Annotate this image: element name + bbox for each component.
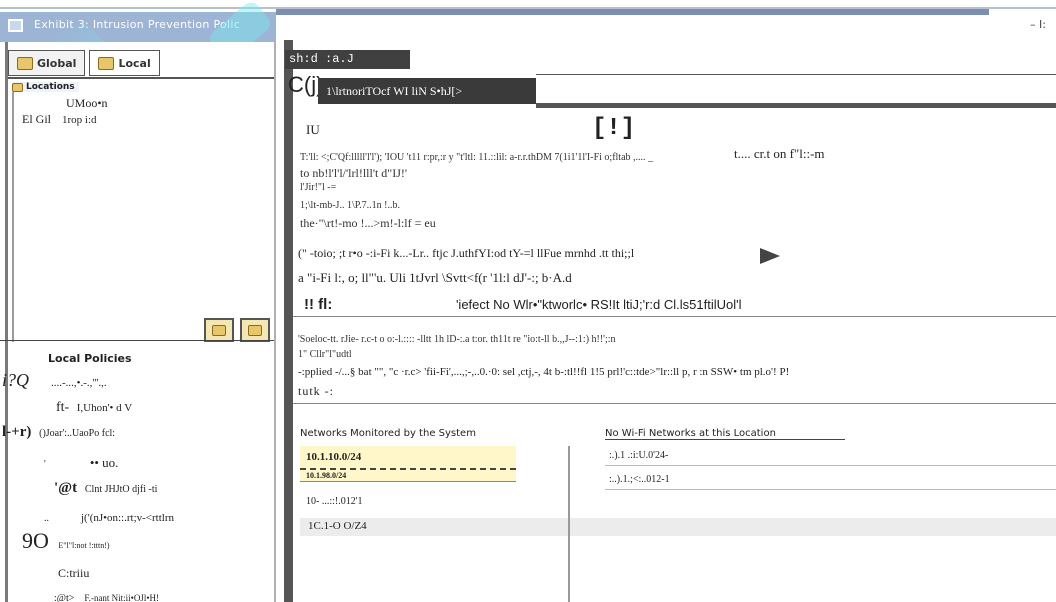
description-line: to nb!l'l'l/'lrl!lll't d"IJ!'	[300, 166, 408, 180]
detect-option-row[interactable]: !! fl: 'iefect No Wlr•"ktworlc• RS!It lt…	[304, 296, 742, 313]
locations-header-label: Locations	[26, 82, 75, 92]
policy-label: C:triiu	[58, 566, 90, 580]
description-label: IU	[306, 122, 320, 137]
no-wifi-networks-list: :.).1 .:i:U.0'24- :..).1.;<:..012-1	[605, 446, 1056, 490]
folder-icon	[248, 324, 262, 336]
policy-label: I,Uhon'• d V	[76, 402, 133, 414]
detect-option-label: !! fl:	[304, 296, 333, 313]
tree-item-expanded[interactable]: El Gil 1rop i:d	[22, 112, 97, 127]
list-item: 1C.1-O O/Z4	[308, 520, 367, 532]
folder-icon	[12, 82, 23, 92]
description-line: 1;\lt-mb-J.. 1\P.7..1n !..b.	[300, 200, 401, 211]
wifi-setting-text: a "i-Fi l:, o; ll"'u. Uli 1tJvrl \Svtt<f…	[298, 270, 572, 285]
copy-policy-button[interactable]	[240, 318, 270, 342]
arrow-right-icon	[760, 248, 780, 264]
folder-icon	[212, 324, 226, 336]
policy-icon: ft-	[56, 400, 70, 415]
list-item[interactable]: C:triiu	[58, 564, 89, 582]
list-item[interactable]: 9O E"l"l:not !:tttn!)	[22, 528, 110, 554]
panel-splitter[interactable]	[284, 40, 293, 602]
tree-border	[12, 92, 14, 342]
panel-splitter-edge	[274, 40, 276, 602]
list-item[interactable]: 10- ...::!.012'1	[306, 496, 363, 507]
policy-name-field[interactable]: 1\lrtnoriTOcf WI liN S•hJ[>	[318, 78, 536, 104]
policy-icon: ..	[44, 513, 49, 524]
scope-tabs: Global Local	[8, 50, 160, 77]
policy-icon: '	[44, 459, 46, 470]
policy-label: ....-...,•.-.,'''.,.	[51, 377, 107, 389]
description-line: T:'ll: <;C'Qf:lllll'l'l'); 'IOU 't11 r:p…	[300, 152, 654, 163]
folder-icon	[98, 56, 115, 70]
locations-header: Locations	[12, 82, 79, 92]
list-item[interactable]: ' •• uo.	[44, 454, 118, 472]
list-item[interactable]: :@t> F.-nant Nit:ii•OJl•H!	[54, 588, 159, 602]
policy-icon: 9O	[22, 528, 49, 553]
section-divider	[293, 403, 1056, 404]
policy-icon: i?Q	[2, 370, 29, 390]
list-item[interactable]: l-+r) ()Joar':..UaoPo fcl:	[2, 424, 115, 441]
description-line: l'Jir!"l -=	[300, 182, 337, 193]
name-underline	[536, 74, 1056, 75]
add-policy-button[interactable]	[204, 318, 234, 342]
policy-label: j('(nJ•on::.rt;v-<rttlrn	[81, 512, 174, 524]
tab-global-label: Global	[37, 56, 77, 70]
local-policies-title: Local Policies	[48, 352, 132, 365]
tree-item[interactable]: UMoo•n	[66, 96, 108, 111]
policy-label: E"l"l:not !:tttn!)	[58, 541, 110, 550]
networks-monitored-title: Networks Monitored by the System	[300, 428, 476, 439]
description-edit-button[interactable]: [!]	[592, 115, 635, 142]
section-divider	[293, 316, 1056, 317]
list-item[interactable]: .. j('(nJ•on::.rt;v-<rttlrn	[44, 508, 174, 526]
top-stripe	[276, 9, 989, 15]
policy-toolbar	[204, 318, 270, 342]
list-item[interactable]: :..).1.;<:..012-1	[605, 470, 1056, 490]
shortcut-label: sh:d :a.J	[285, 50, 410, 69]
window-icon	[8, 19, 23, 32]
notes-line: -:pplied -/...§ bat "", "c ·r.c> 'fii-Fi…	[298, 366, 790, 378]
tab-local[interactable]: Local	[89, 50, 160, 76]
window-controls[interactable]: – I:	[1030, 18, 1046, 31]
policy-icon: :@t>	[54, 593, 75, 602]
name-rule	[536, 103, 1056, 108]
list-item[interactable]: :.).1 .:i:U.0'24-	[605, 446, 1056, 466]
folder-icon	[17, 56, 33, 70]
list-item[interactable]: 10.1.10.0/24	[300, 446, 516, 468]
tab-divider	[8, 77, 274, 79]
policy-icon: l-+r)	[2, 424, 32, 440]
list-item[interactable]: '@t Clnt JHJtO djfi -ti	[54, 480, 157, 497]
description-line: the·"\rt!-mo !...>m!-l:lf = eu	[300, 216, 436, 230]
policy-icon: '@t	[54, 480, 78, 496]
list-item[interactable]: 10.1.98.0/24	[300, 468, 516, 482]
tree-expand-toggle[interactable]: El Gil	[22, 112, 51, 126]
list-item[interactable]: i?Q ....-...,•.-.,'''.,.	[2, 370, 107, 391]
notes-line: 1" Cllr"l"udtl	[298, 349, 352, 360]
panel-divider	[0, 340, 276, 341]
notes-line: tutk -:	[298, 384, 334, 398]
policy-label: Clnt JHJtO djfi -ti	[84, 484, 158, 495]
description-side-text: t.... cr.t on f"l::-m	[734, 146, 825, 161]
wifi-option-text: (" -toio; ;t r•o -:i-Fi k...-Lr.. ftjc J…	[298, 246, 635, 260]
policy-label: •• uo.	[89, 455, 119, 470]
tab-local-label: Local	[118, 56, 151, 70]
tree-node-label: 1rop i:d	[62, 114, 97, 126]
list-item[interactable]: ft- I,Uhon'• d V	[56, 400, 132, 416]
networks-monitored-list: 10.1.10.0/24 10.1.98.0/24	[300, 446, 516, 482]
policy-label: ()Joar':..UaoPo fcl:	[39, 428, 116, 439]
no-wifi-networks-title: No Wi-Fi Networks at this Location	[605, 428, 845, 440]
list-divider	[568, 446, 570, 602]
selected-row-bar[interactable]: 1C.1-O O/Z4	[300, 518, 1056, 536]
notes-line: 'Soeloc-tt. rJie- r.c-t o o:-l.:::: -llt…	[298, 334, 616, 345]
detect-option-text: 'iefect No Wlr•"ktworlc• RS!It ltiJ;'r:d…	[455, 297, 742, 312]
tab-global[interactable]: Global	[8, 50, 86, 76]
policy-label: F.-nant Nit:ii•OJl•H!	[84, 593, 159, 602]
